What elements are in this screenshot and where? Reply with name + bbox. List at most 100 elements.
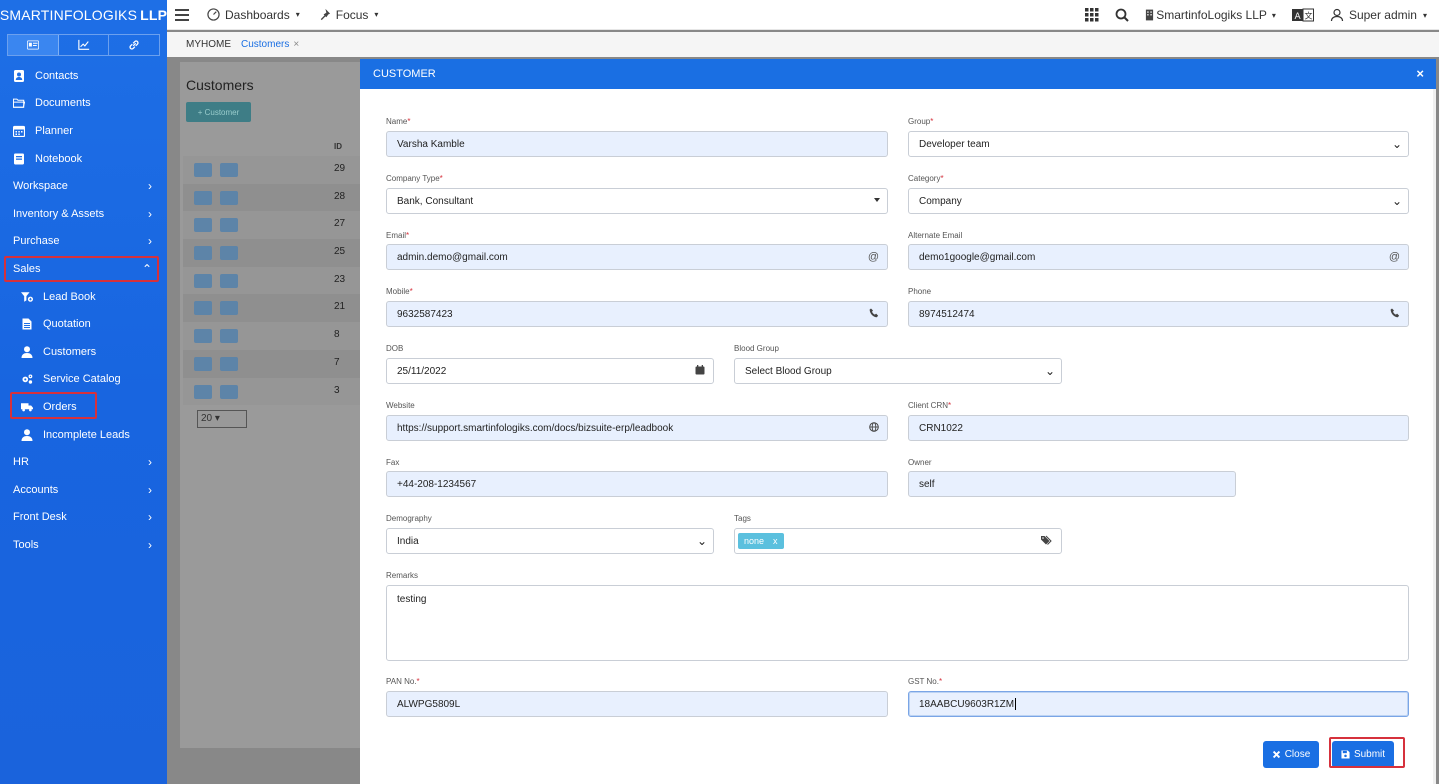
sidebar-item-customers[interactable]: Customers bbox=[0, 338, 167, 366]
user-menu[interactable]: Super admin ▾ bbox=[1330, 8, 1427, 22]
brand-logo[interactable]: SMARTINFOLOGIKS LLP bbox=[0, 0, 167, 30]
view-eye-icon[interactable] bbox=[194, 246, 212, 261]
gst-input[interactable]: 18AABCU9603R1ZM bbox=[908, 691, 1409, 717]
view-eye-icon[interactable] bbox=[194, 273, 212, 288]
remarks-textarea[interactable]: testing bbox=[386, 585, 1409, 661]
sidebar-item-tools[interactable]: Tools › bbox=[0, 531, 167, 559]
sidebar-item-incomplete-leads[interactable]: Incomplete Leads bbox=[0, 421, 167, 449]
submit-button-label: Submit bbox=[1353, 749, 1386, 760]
phone-input[interactable]: 8974512474 bbox=[908, 301, 1409, 327]
sidebar-item-purchase[interactable]: Purchase › bbox=[0, 228, 167, 256]
dob-input[interactable]: 25/11/2022 bbox=[386, 358, 714, 384]
modal-scrollbar[interactable] bbox=[1433, 89, 1436, 784]
dashboards-label: Dashboards bbox=[225, 7, 290, 22]
page-size-select[interactable]: 20 ▾ bbox=[197, 410, 247, 428]
calendar-icon[interactable] bbox=[695, 365, 705, 378]
group-select[interactable]: Developer team ⌄ bbox=[908, 131, 1409, 157]
company-type-select[interactable]: Bank, Consultant bbox=[386, 188, 888, 214]
modal-close-icon[interactable]: × bbox=[1416, 66, 1424, 81]
edit-pencil-icon[interactable] bbox=[220, 273, 238, 288]
sidebar-item-planner[interactable]: Planner bbox=[0, 117, 167, 145]
category-select[interactable]: Company ⌄ bbox=[908, 188, 1409, 214]
sidebar-item-inventory-assets[interactable]: Inventory & Assets › bbox=[0, 200, 167, 228]
sidebar-item-orders[interactable]: Orders bbox=[0, 393, 167, 421]
mobile-input[interactable]: 9632587423 bbox=[386, 301, 888, 327]
email-input[interactable]: admin.demo@gmail.com @ bbox=[386, 244, 888, 270]
dashboards-menu[interactable]: Dashboards ▾ bbox=[207, 8, 300, 22]
category-label: Category* bbox=[908, 174, 944, 183]
pan-input[interactable]: ALWPG5809L bbox=[386, 691, 888, 717]
owner-label: Owner bbox=[908, 458, 932, 467]
sidebar-item-service-catalog[interactable]: Service Catalog bbox=[0, 366, 167, 394]
search-icon[interactable] bbox=[1115, 8, 1129, 22]
sidebar-item-lead-book[interactable]: Lead Book bbox=[0, 283, 167, 311]
edit-pencil-icon[interactable] bbox=[220, 163, 238, 177]
language-icon[interactable]: A文 bbox=[1291, 8, 1314, 22]
view-eye-icon[interactable] bbox=[194, 218, 212, 233]
tag-remove-icon[interactable]: x bbox=[773, 536, 778, 546]
sidebar-item-front-desk[interactable]: Front Desk › bbox=[0, 504, 167, 532]
client-crn-input[interactable]: CRN1022 bbox=[908, 415, 1409, 441]
save-icon bbox=[1341, 750, 1350, 759]
sidebar-item-quotation[interactable]: Quotation bbox=[0, 310, 167, 338]
edit-pencil-icon[interactable] bbox=[220, 190, 238, 205]
focus-label: Focus bbox=[335, 7, 369, 22]
view-eye-icon[interactable] bbox=[194, 384, 212, 399]
breadcrumb-home[interactable]: MYHOME bbox=[186, 39, 231, 50]
view-eye-icon[interactable] bbox=[194, 356, 212, 371]
focus-menu[interactable]: Focus ▾ bbox=[318, 7, 378, 22]
sidebar-item-sales[interactable]: Sales ⌃ bbox=[0, 255, 167, 283]
demography-select[interactable]: India ⌄ bbox=[386, 528, 714, 554]
fax-input[interactable]: +44-208-1234567 bbox=[386, 471, 888, 497]
sidebar-item-accounts[interactable]: Accounts › bbox=[0, 476, 167, 504]
edit-pencil-icon[interactable] bbox=[220, 384, 238, 399]
edit-pencil-icon[interactable] bbox=[220, 301, 238, 316]
submit-button[interactable]: Submit bbox=[1332, 741, 1394, 768]
pan-label: PAN No.* bbox=[386, 677, 420, 686]
chevron-up-icon: ⌃ bbox=[141, 261, 152, 276]
view-eye-icon[interactable] bbox=[194, 329, 212, 344]
breadcrumb-customers-tab[interactable]: Customers bbox=[241, 39, 289, 50]
sidebar-item-label: Front Desk bbox=[13, 511, 67, 524]
close-button[interactable]: Close bbox=[1263, 741, 1319, 768]
sidebar-item-workspace[interactable]: Workspace › bbox=[0, 172, 167, 200]
id-column-header[interactable]: ID bbox=[334, 142, 342, 151]
menu-toggle-icon[interactable] bbox=[175, 8, 189, 21]
sidebar-item-label: Sales bbox=[13, 262, 41, 275]
edit-pencil-icon[interactable] bbox=[220, 329, 238, 344]
tags-input[interactable]: none x bbox=[734, 528, 1062, 554]
view-eye-icon[interactable] bbox=[194, 163, 212, 177]
table-row: 29 bbox=[183, 156, 360, 184]
sidebar-item-notebook[interactable]: Notebook bbox=[0, 145, 167, 173]
apps-grid-icon[interactable] bbox=[1085, 8, 1099, 22]
edit-pencil-icon[interactable] bbox=[220, 246, 238, 261]
add-customer-button[interactable]: + Customer bbox=[186, 102, 251, 122]
sidebar-item-hr[interactable]: HR › bbox=[0, 448, 167, 476]
phone-label: Phone bbox=[908, 287, 932, 296]
close-tab-icon[interactable]: × bbox=[293, 39, 299, 50]
blood-group-select[interactable]: Select Blood Group ⌄ bbox=[734, 358, 1062, 384]
svg-text:A: A bbox=[1294, 12, 1301, 22]
sidebar-item-documents[interactable]: Documents bbox=[0, 90, 167, 118]
website-input[interactable]: https://support.smartinfologiks.com/docs… bbox=[386, 415, 888, 441]
row-id: 29 bbox=[334, 163, 346, 174]
edit-pencil-icon[interactable] bbox=[220, 218, 238, 233]
email-label: Email* bbox=[386, 231, 410, 240]
tag-label: none bbox=[744, 536, 765, 546]
table-row: 28 bbox=[183, 183, 360, 212]
sidebar-item-contacts[interactable]: Contacts bbox=[0, 62, 167, 90]
table-header: ID bbox=[183, 138, 360, 156]
sidebar: SMARTINFOLOGIKS LLP Contacts Documents Plan… bbox=[0, 0, 167, 784]
view-eye-icon[interactable] bbox=[194, 190, 212, 205]
sidebar-item-label: Tools bbox=[13, 538, 39, 551]
edit-pencil-icon[interactable] bbox=[220, 356, 238, 371]
owner-input[interactable]: self bbox=[908, 471, 1236, 497]
text-cursor bbox=[1015, 698, 1017, 710]
alternate-email-input[interactable]: demo1google@gmail.com @ bbox=[908, 244, 1409, 270]
name-input[interactable]: Varsha Kamble bbox=[386, 131, 888, 157]
tab-id-card[interactable] bbox=[8, 35, 59, 55]
tab-link[interactable] bbox=[109, 35, 159, 55]
tab-chart[interactable] bbox=[59, 35, 110, 55]
company-selector[interactable]: SmartinfoLogiks LLP ▾ bbox=[1145, 8, 1276, 22]
view-eye-icon[interactable] bbox=[194, 301, 212, 316]
